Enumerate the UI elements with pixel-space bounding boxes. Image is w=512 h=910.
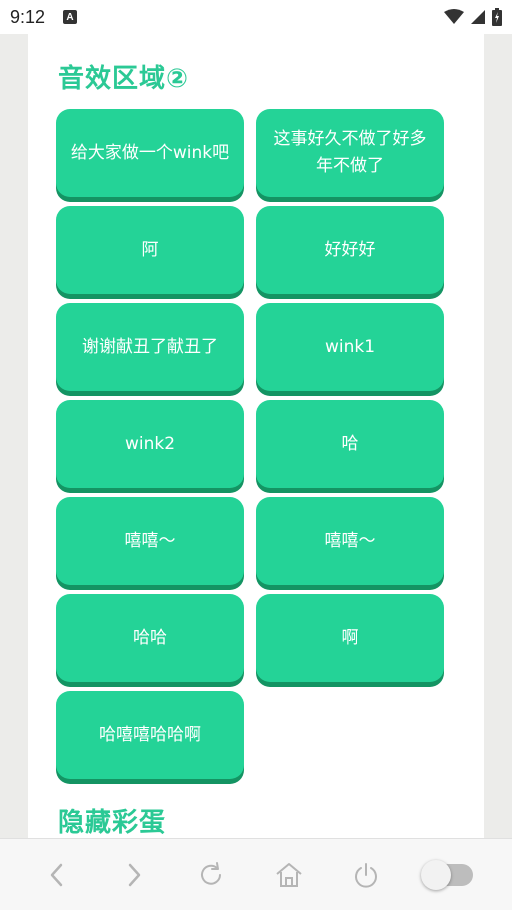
sound-button[interactable]: 嘻嘻～ [256, 497, 444, 585]
sound-button[interactable]: 啊 [256, 594, 444, 682]
status-time: 9:12 [10, 6, 46, 27]
sound-button[interactable]: 谢谢献丑了献丑了 [56, 303, 244, 391]
sound-button[interactable]: 好好好 [256, 206, 444, 294]
a-notification-icon: A [63, 10, 78, 24]
section-title-sfx-2: 音效区域② [58, 64, 190, 94]
power-icon [354, 862, 377, 888]
sound-button[interactable]: 哈 [256, 400, 444, 488]
sound-button[interactable]: wink1 [256, 303, 444, 391]
forward-button[interactable] [112, 853, 156, 897]
sound-button[interactable]: 哈哈 [56, 594, 244, 682]
toggle-track [421, 859, 474, 890]
home-icon [276, 862, 302, 887]
toggle-switch[interactable] [421, 853, 477, 897]
back-button[interactable] [35, 853, 79, 897]
sound-button[interactable]: 嘻嘻～ [56, 497, 244, 585]
wifi-icon [444, 9, 464, 24]
content-card: 音效区域② 给大家做一个wink吧 这事好久不做了好多年不做了 阿 好好好 谢谢… [28, 34, 484, 838]
forward-icon [128, 863, 141, 886]
back-icon [50, 863, 62, 886]
refresh-button[interactable] [189, 853, 233, 897]
sound-button[interactable]: 给大家做一个wink吧 [56, 109, 244, 197]
refresh-icon [201, 861, 222, 885]
home-button[interactable] [267, 853, 311, 897]
browser-nav-bar [0, 838, 512, 910]
power-button[interactable] [344, 853, 388, 897]
sound-button[interactable]: 哈嘻嘻哈哈啊 [56, 691, 244, 779]
signal-icon [471, 10, 485, 24]
sound-button[interactable]: 这事好久不做了好多年不做了 [256, 109, 444, 197]
status-bar: 9:12 A [0, 0, 512, 34]
web-content[interactable]: 音效区域② 给大家做一个wink吧 这事好久不做了好多年不做了 阿 好好好 谢谢… [0, 34, 512, 838]
toggle-knob [421, 859, 452, 890]
battery-icon [492, 8, 502, 26]
section-title-easter-egg: 隐藏彩蛋 [58, 808, 167, 838]
sound-button[interactable]: 阿 [56, 206, 244, 294]
sound-button[interactable]: wink2 [56, 400, 244, 488]
